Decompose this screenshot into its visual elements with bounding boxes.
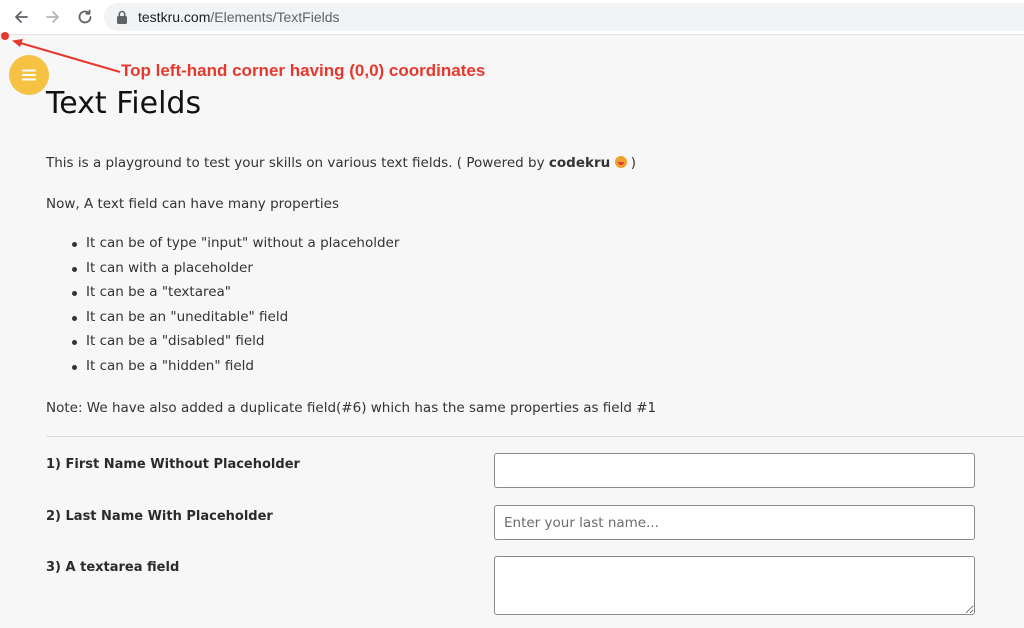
tongue-face-emoji-icon (614, 156, 627, 168)
annotation-text: Top left-hand corner having (0,0) coordi… (121, 61, 486, 80)
intro-text: This is a playground to test your skills… (46, 155, 636, 171)
url-path: /Elements/TextFields (210, 9, 340, 25)
list-item: It can be a "disabled" field (72, 333, 399, 358)
first-name-input[interactable] (494, 453, 975, 488)
back-arrow-icon[interactable] (10, 6, 32, 28)
last-name-input[interactable] (494, 505, 975, 540)
intro-suffix: ) (626, 155, 637, 171)
hamburger-menu-icon (22, 69, 36, 81)
origin-marker (1, 32, 9, 40)
textarea-field[interactable] (494, 556, 975, 615)
note-text: Note: We have also added a duplicate fie… (46, 400, 657, 416)
divider (46, 436, 1024, 437)
url-text[interactable]: testkru.com/Elements/TextFields (138, 9, 340, 25)
url-domain: testkru.com (138, 9, 211, 25)
list-item: It can be an "uneditable" field (72, 309, 399, 334)
last-name-label: 2) Last Name With Placeholder (46, 509, 273, 524)
first-name-label: 1) First Name Without Placeholder (46, 457, 300, 472)
browser-toolbar: testkru.com/Elements/TextFields (0, 0, 1024, 35)
forward-arrow-icon[interactable] (42, 6, 64, 28)
address-bar[interactable]: testkru.com/Elements/TextFields (104, 3, 1024, 31)
list-item: It can be a "textarea" (72, 284, 399, 309)
list-item: It can be a "hidden" field (72, 358, 399, 383)
codekru-link[interactable]: codekru (549, 155, 610, 171)
page-title: Text Fields (46, 86, 202, 121)
menu-button[interactable] (9, 55, 49, 95)
properties-intro: Now, A text field can have many properti… (46, 196, 339, 212)
list-item: It can be of type "input" without a plac… (72, 235, 399, 260)
lock-icon[interactable] (116, 10, 128, 24)
intro-prefix: This is a playground to test your skills… (46, 155, 549, 171)
properties-list: It can be of type "input" without a plac… (72, 235, 399, 383)
textarea-label: 3) A textarea field (46, 560, 180, 575)
reload-icon[interactable] (74, 6, 96, 28)
list-item: It can with a placeholder (72, 260, 399, 285)
